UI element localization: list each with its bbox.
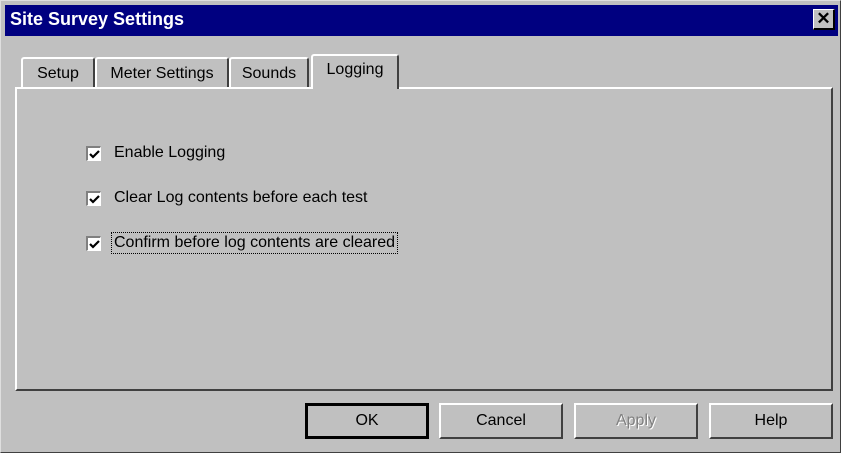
tab-logging-label: Logging [326,61,384,78]
clear-log-checkbox[interactable] [86,190,101,206]
logging-panel: Enable Logging Clear Log contents before… [15,87,833,391]
apply-button-label: Apply [615,412,657,429]
close-icon: ✕ [816,9,831,28]
tab-setup[interactable]: Setup [21,57,95,88]
confirm-clear-option[interactable]: Confirm before log contents are cleared [86,231,399,255]
checkmark-icon [89,149,100,159]
help-button[interactable]: Help [709,403,833,439]
title-bar[interactable]: Site Survey Settings ✕ [5,5,838,36]
clear-log-option[interactable]: Clear Log contents before each test [86,186,370,210]
confirm-clear-checkbox[interactable] [86,235,101,251]
checkmark-icon [89,239,100,249]
enable-logging-checkbox[interactable] [86,145,101,161]
close-button[interactable]: ✕ [813,9,835,30]
tab-meter-settings[interactable]: Meter Settings [95,57,229,88]
window-title: Site Survey Settings [10,9,185,29]
help-button-label: Help [754,412,788,429]
cancel-button[interactable]: Cancel [439,403,563,439]
tab-sounds[interactable]: Sounds [229,57,309,88]
confirm-clear-label: Confirm before log contents are cleared [110,232,399,254]
checkmark-icon [89,194,100,204]
ok-button-label: OK [355,412,379,429]
cancel-button-label: Cancel [476,412,526,429]
tab-setup-label: Setup [37,65,79,82]
tab-logging[interactable]: Logging [311,54,399,89]
enable-logging-option[interactable]: Enable Logging [86,141,227,165]
dialog-window: Site Survey Settings ✕ Setup Meter Setti… [0,0,841,453]
tab-sounds-label: Sounds [241,65,297,82]
apply-button[interactable]: Apply [574,403,698,439]
enable-logging-label: Enable Logging [114,144,226,161]
ok-button[interactable]: OK [305,403,429,439]
clear-log-label: Clear Log contents before each test [114,189,368,206]
tab-meter-settings-label: Meter Settings [110,65,214,82]
